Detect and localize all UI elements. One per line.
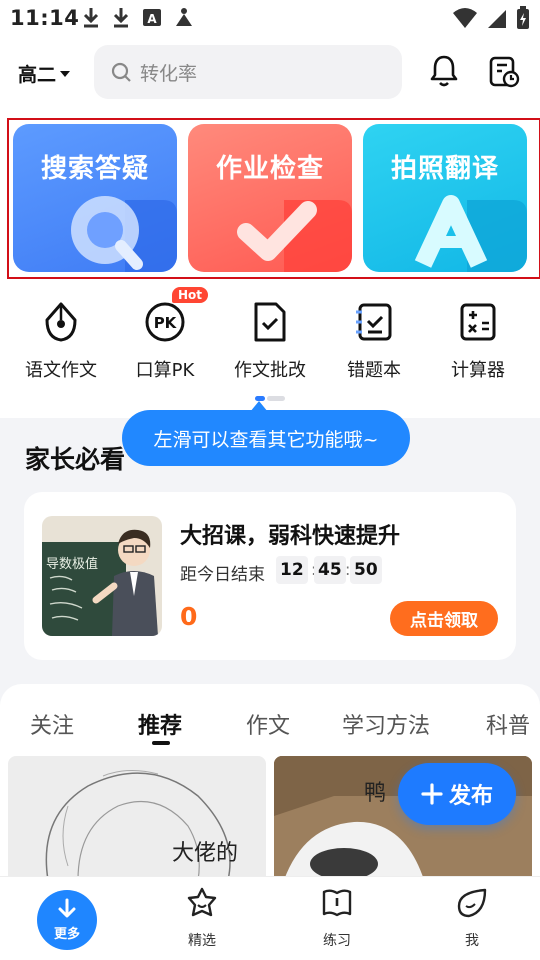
search-icon [111, 62, 131, 82]
tool-chinese-essay[interactable]: 语文作文 [11, 300, 111, 382]
sketch-drawing-image: 大佬的 [45, 770, 238, 880]
active-tab-indicator [152, 741, 170, 745]
download-icon [83, 8, 99, 28]
feed-tab-science[interactable]: 科普 [486, 708, 530, 740]
calculator-icon [460, 303, 496, 341]
download-arrow-icon [58, 898, 76, 918]
person-icon [176, 8, 192, 26]
publish-label: 发布 [448, 784, 493, 809]
tool-essay-correction[interactable]: 作文批改 [220, 300, 320, 382]
tool-label: 计算器 [451, 360, 505, 381]
tool-label: 口算PK [135, 360, 195, 381]
study-record-icon[interactable] [488, 56, 520, 88]
download-icon [113, 8, 129, 28]
nav-label: 更多 [53, 927, 80, 942]
chalkboard-text: 导数极值 [46, 556, 98, 572]
star-face-icon [187, 887, 217, 917]
bell-icon[interactable] [428, 54, 460, 88]
nav-featured[interactable]: 精选 [162, 886, 242, 950]
feed-tab-recommend[interactable]: 推荐 [138, 708, 182, 740]
wifi-icon [453, 8, 477, 28]
svg-text:PK: PK [154, 314, 178, 332]
publish-button[interactable]: 发布 [398, 763, 516, 825]
nav-label: 练习 [323, 933, 351, 949]
countdown-minutes: 45 [314, 556, 346, 584]
grade-selector[interactable]: 高二 [18, 60, 71, 87]
notebook-check-icon [356, 303, 392, 341]
countdown-label: 距今日结束 [180, 565, 265, 585]
pen-nib-icon [45, 302, 77, 342]
grade-label: 高二 [18, 64, 57, 86]
promo-title: 大招课，弱科快速提升 [180, 524, 401, 549]
countdown-hours: 12 [276, 556, 308, 584]
tool-mental-math-pk[interactable]: PK 口算PK [115, 300, 215, 382]
feed-tab-study-methods[interactable]: 学习方法 [342, 708, 430, 740]
search-placeholder: 转化率 [140, 62, 198, 85]
feed-tab-essay[interactable]: 作文 [246, 708, 290, 740]
thumb-caption: 大佬的 [172, 841, 238, 866]
page-dot [267, 396, 285, 401]
nav-more-button[interactable]: 更多 [37, 890, 97, 950]
nav-me[interactable]: 我 [432, 886, 512, 950]
doc-check-icon [254, 302, 286, 342]
nav-practice[interactable]: 练习 [297, 886, 377, 950]
signal-icon [488, 10, 506, 28]
leaf-icon [457, 888, 487, 918]
hot-badge: Hot [172, 287, 209, 303]
claim-button[interactable]: 点击领取 [390, 601, 498, 636]
swipe-tooltip[interactable]: 左滑可以查看其它功能哦~ [122, 410, 410, 466]
highlight-frame [7, 118, 540, 279]
promo-price: 0 [180, 602, 198, 631]
dropdown-caret-icon [60, 70, 71, 77]
pk-icon: PK [145, 302, 185, 342]
search-bar[interactable]: 转化率 [94, 45, 402, 99]
tool-label: 错题本 [347, 360, 401, 381]
status-time: 11:14 [10, 6, 80, 30]
nav-label: 我 [465, 933, 479, 949]
thumb-caption: 鸭 [364, 781, 386, 806]
parents-section-title: 家长必看 [25, 445, 126, 474]
feed-tab-follow[interactable]: 关注 [30, 708, 74, 740]
svg-text:A: A [147, 12, 157, 26]
app-a-icon: A [143, 9, 161, 26]
tool-label: 作文批改 [234, 360, 306, 381]
countdown-seconds: 50 [350, 556, 382, 584]
book-icon [322, 889, 352, 917]
feed-thumbnail-sketch[interactable]: 大佬的 [8, 756, 266, 880]
tool-label: 语文作文 [25, 360, 97, 381]
status-notification-icons: A [82, 6, 194, 28]
tool-calculator[interactable]: 计算器 [428, 300, 528, 382]
status-system-icons [452, 6, 530, 30]
teacher-chalkboard-image: 导数极值 [42, 516, 162, 636]
tool-mistake-notebook[interactable]: 错题本 [324, 300, 424, 382]
plus-icon [421, 783, 443, 805]
battery-icon [517, 6, 529, 29]
nav-label: 精选 [188, 933, 216, 949]
